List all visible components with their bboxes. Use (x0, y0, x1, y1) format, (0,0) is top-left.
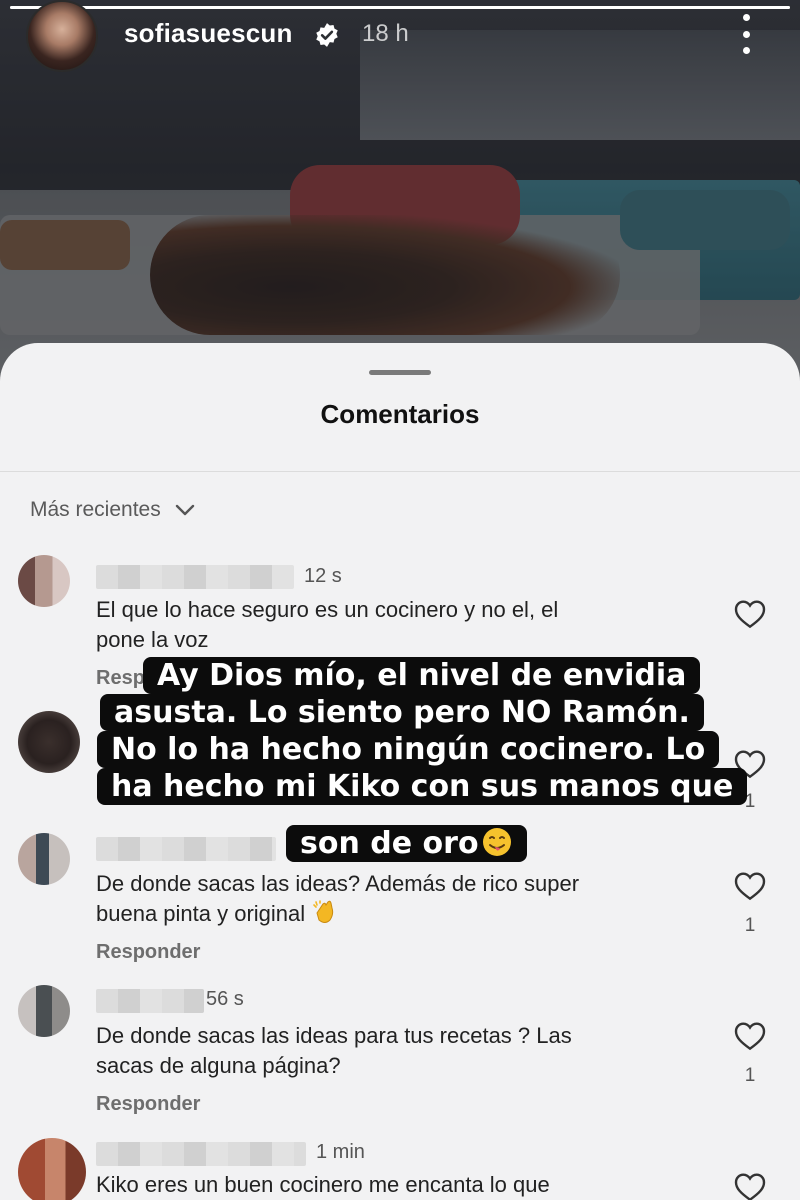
commenter-username-blurred[interactable] (96, 989, 204, 1013)
commenter-avatar[interactable] (18, 1138, 86, 1200)
comment-text: El que lo hace seguro es un cocinero y n… (96, 597, 559, 652)
drag-handle[interactable] (369, 370, 431, 375)
story-header: sofiasuescun 18 h (0, 0, 800, 72)
sheet-title: Comentarios (320, 399, 480, 429)
like-count: 1 (744, 915, 756, 936)
comment-text: Kiko eres un buen cocinero me encanta lo… (96, 1172, 550, 1197)
avatar[interactable] (26, 0, 98, 72)
comment-timestamp: 1 min (316, 1141, 365, 1163)
comment-timestamp: 56 s (206, 988, 244, 1010)
divider (0, 471, 800, 472)
like-count: 1 (744, 1065, 756, 1086)
commenter-avatar[interactable] (18, 833, 70, 885)
sort-dropdown[interactable]: Más recientes (30, 498, 195, 522)
sort-label: Más recientes (30, 498, 161, 521)
clapping-hands-icon (313, 900, 334, 923)
commenter-username-blurred[interactable] (96, 837, 276, 861)
username[interactable]: sofiasuescun (124, 18, 293, 49)
commenter-avatar[interactable] (18, 711, 80, 773)
comment-text: De donde sacas las ideas para tus receta… (96, 1023, 572, 1078)
heart-icon[interactable] (734, 871, 766, 901)
commenter-avatar[interactable] (18, 985, 70, 1037)
story-timestamp: 18 h (362, 20, 409, 47)
heart-icon[interactable] (734, 749, 766, 779)
commenter-username-blurred[interactable] (96, 1142, 306, 1166)
heart-icon[interactable] (734, 1021, 766, 1051)
reply-button[interactable]: Resp (96, 667, 145, 690)
like-count: 1 (744, 791, 756, 812)
comments-sheet: Comentarios Más recientes 12 s El que lo… (0, 343, 800, 1200)
reply-button[interactable]: Responder (96, 1093, 200, 1116)
chevron-down-icon (175, 504, 194, 516)
verified-badge-icon (316, 23, 338, 47)
heart-icon[interactable] (734, 1172, 766, 1200)
reply-button[interactable]: Responder (96, 941, 200, 964)
comment-text: De donde sacas las ideas? Además de rico… (96, 871, 580, 926)
commenter-avatar[interactable] (18, 555, 70, 607)
comment-timestamp: 12 s (304, 565, 342, 587)
heart-icon[interactable] (734, 599, 766, 629)
commenter-username-blurred[interactable] (96, 565, 294, 589)
more-options-icon[interactable] (736, 14, 756, 54)
